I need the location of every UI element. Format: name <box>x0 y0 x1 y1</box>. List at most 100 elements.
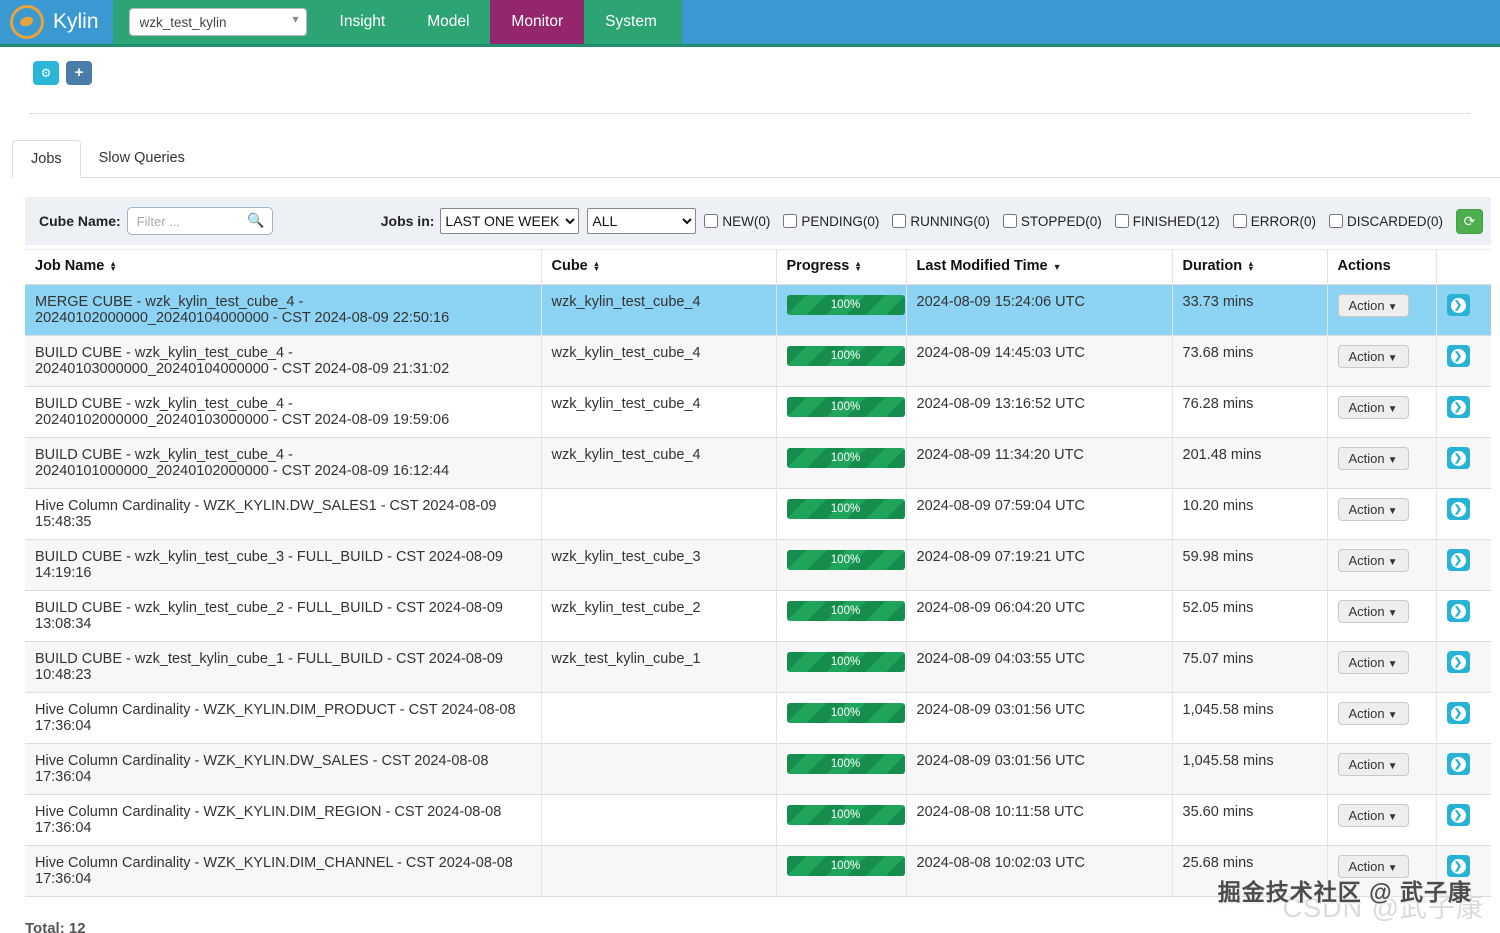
col-header-progress[interactable]: Progress ▲ ▼ <box>775 249 906 285</box>
duration-cell: 1,045.58 mins <box>1171 692 1327 744</box>
nav-item-insight[interactable]: Insight <box>319 0 407 44</box>
job-detail-button[interactable]: ❯ <box>1446 294 1470 316</box>
brand-name: Kylin <box>53 10 99 33</box>
nav-item-monitor[interactable]: Monitor <box>490 0 585 44</box>
chevron-right-icon: ❯ <box>1450 501 1466 517</box>
project-select[interactable]: wzk_test_kylin <box>128 8 307 36</box>
action-dropdown-button[interactable]: Action ▼ <box>1337 804 1409 827</box>
table-row[interactable]: BUILD CUBE - wzk_kylin_test_cube_2 - FUL… <box>25 590 1491 642</box>
action-label: Action <box>1348 451 1385 466</box>
settings-button[interactable]: ⚙ <box>33 61 59 85</box>
sort-desc-icon[interactable]: ▼ <box>1053 262 1062 272</box>
last-modified-cell: 2024-08-08 10:11:58 UTC <box>905 794 1172 846</box>
action-label: Action <box>1348 808 1385 823</box>
caret-down-icon: ▼ <box>1387 506 1398 517</box>
table-row[interactable]: BUILD CUBE - wzk_kylin_test_cube_4 - 202… <box>25 386 1491 438</box>
status-checkbox[interactable] <box>1114 214 1129 228</box>
chevron-right-icon: ❯ <box>1450 348 1466 364</box>
actions-cell: Action ▼ <box>1326 794 1436 846</box>
nav-item-system[interactable]: System <box>584 0 678 44</box>
action-dropdown-button[interactable]: Action ▼ <box>1337 294 1409 317</box>
tab-jobs[interactable]: Jobs <box>12 140 81 178</box>
col-header-duration[interactable]: Duration ▲ ▼ <box>1171 249 1327 285</box>
nav-item-model[interactable]: Model <box>406 0 490 44</box>
cube-cell: wzk_kylin_test_cube_4 <box>540 284 776 336</box>
job-name-cell: Hive Column Cardinality - WZK_KYLIN.DW_S… <box>25 488 541 540</box>
sort-icon[interactable]: ▲ ▼ <box>593 260 600 273</box>
action-label: Action <box>1348 502 1385 517</box>
cube-cell <box>540 794 776 846</box>
progress-percent: 100% <box>830 656 861 668</box>
scope-select[interactable]: ALL <box>587 208 697 234</box>
dotted-divider <box>30 113 1470 114</box>
action-label: Action <box>1348 757 1385 772</box>
progress-bar: 100% <box>786 346 905 366</box>
col-header-cube[interactable]: Cube ▲ ▼ <box>540 249 776 285</box>
kylin-logo-icon <box>10 5 44 39</box>
job-detail-button[interactable]: ❯ <box>1446 447 1470 469</box>
status-checkbox[interactable] <box>783 214 798 228</box>
job-detail-button[interactable]: ❯ <box>1446 753 1470 775</box>
progress-percent: 100% <box>830 707 861 719</box>
status-checkbox[interactable] <box>1328 214 1343 228</box>
status-checkbox-item: ERROR(0) <box>1232 214 1316 229</box>
job-detail-button[interactable]: ❯ <box>1446 804 1470 826</box>
job-detail-button[interactable]: ❯ <box>1446 549 1470 571</box>
actions-cell: Action ▼ <box>1326 590 1436 642</box>
action-dropdown-button[interactable]: Action ▼ <box>1337 549 1409 572</box>
sort-icon[interactable]: ▲ ▼ <box>1247 260 1254 273</box>
status-checkbox-label: RUNNING(0) <box>910 213 990 229</box>
job-name-cell: MERGE CUBE - wzk_kylin_test_cube_4 - 202… <box>25 284 541 336</box>
project-select-wrap: wzk_test_kylin <box>128 8 307 36</box>
table-row[interactable]: BUILD CUBE - wzk_test_kylin_cube_1 - FUL… <box>25 641 1491 693</box>
table-row[interactable]: Hive Column Cardinality - WZK_KYLIN.DIM_… <box>25 794 1491 846</box>
table-row[interactable]: Hive Column Cardinality - WZK_KYLIN.DW_S… <box>25 488 1491 540</box>
job-detail-button[interactable]: ❯ <box>1446 702 1470 724</box>
chevron-right-icon: ❯ <box>1450 858 1466 874</box>
job-name-cell: Hive Column Cardinality - WZK_KYLIN.DIM_… <box>25 794 541 846</box>
action-dropdown-button[interactable]: Action ▼ <box>1337 651 1409 674</box>
status-checkbox[interactable] <box>1232 214 1247 228</box>
add-button[interactable]: + <box>66 61 92 85</box>
col-header-job-name[interactable]: Job Name ▲ ▼ <box>25 249 541 285</box>
job-detail-button[interactable]: ❯ <box>1446 396 1470 418</box>
last-modified-cell: 2024-08-09 07:59:04 UTC <box>905 488 1172 540</box>
actions-cell: Action ▼ <box>1326 386 1436 438</box>
job-name-cell: BUILD CUBE - wzk_kylin_test_cube_4 - 202… <box>25 437 541 489</box>
tab-slow-queries[interactable]: Slow Queries <box>81 140 203 178</box>
status-checkbox[interactable] <box>704 214 719 228</box>
refresh-button[interactable]: ⟳ <box>1456 208 1483 234</box>
action-dropdown-button[interactable]: Action ▼ <box>1337 447 1409 470</box>
job-detail-button[interactable]: ❯ <box>1446 600 1470 622</box>
status-checkbox-item: NEW(0) <box>704 214 770 229</box>
duration-cell: 10.20 mins <box>1171 488 1327 540</box>
search-icon[interactable]: 🔍 <box>247 212 264 229</box>
action-dropdown-button[interactable]: Action ▼ <box>1337 396 1409 419</box>
table-row[interactable]: Hive Column Cardinality - WZK_KYLIN.DW_S… <box>25 743 1491 795</box>
time-range-select[interactable]: LAST ONE WEEK <box>440 208 580 234</box>
sort-icon[interactable]: ▲ ▼ <box>109 260 116 273</box>
job-detail-button[interactable]: ❯ <box>1446 651 1470 673</box>
job-name-cell: BUILD CUBE - wzk_test_kylin_cube_1 - FUL… <box>25 641 541 693</box>
progress-percent: 100% <box>830 605 861 617</box>
col-header-last-modified[interactable]: Last Modified Time ▼ <box>905 249 1172 285</box>
action-dropdown-button[interactable]: Action ▼ <box>1337 753 1409 776</box>
action-dropdown-button[interactable]: Action ▼ <box>1337 600 1409 623</box>
table-row[interactable]: BUILD CUBE - wzk_kylin_test_cube_4 - 202… <box>25 335 1491 387</box>
table-row[interactable]: Hive Column Cardinality - WZK_KYLIN.DIM_… <box>25 692 1491 744</box>
table-row[interactable]: BUILD CUBE - wzk_kylin_test_cube_3 - FUL… <box>25 539 1491 591</box>
table-row[interactable]: BUILD CUBE - wzk_kylin_test_cube_4 - 202… <box>25 437 1491 489</box>
job-detail-button[interactable]: ❯ <box>1446 345 1470 367</box>
jobs-table: Job Name ▲ ▼ Cube ▲ ▼ Progress ▲ ▼ Last Modifi… <box>25 249 1491 897</box>
brand[interactable]: Kylin <box>0 0 113 44</box>
action-dropdown-button[interactable]: Action ▼ <box>1337 345 1409 368</box>
job-detail-button[interactable]: ❯ <box>1446 498 1470 520</box>
table-row[interactable]: MERGE CUBE - wzk_kylin_test_cube_4 - 202… <box>25 284 1491 336</box>
progress-cell: 100% <box>775 539 906 591</box>
action-dropdown-button[interactable]: Action ▼ <box>1337 702 1409 725</box>
status-checkbox[interactable] <box>892 214 907 228</box>
sort-icon[interactable]: ▲ ▼ <box>854 260 861 273</box>
status-checkbox[interactable] <box>1002 214 1017 228</box>
action-dropdown-button[interactable]: Action ▼ <box>1337 498 1409 521</box>
progress-cell: 100% <box>775 386 906 438</box>
